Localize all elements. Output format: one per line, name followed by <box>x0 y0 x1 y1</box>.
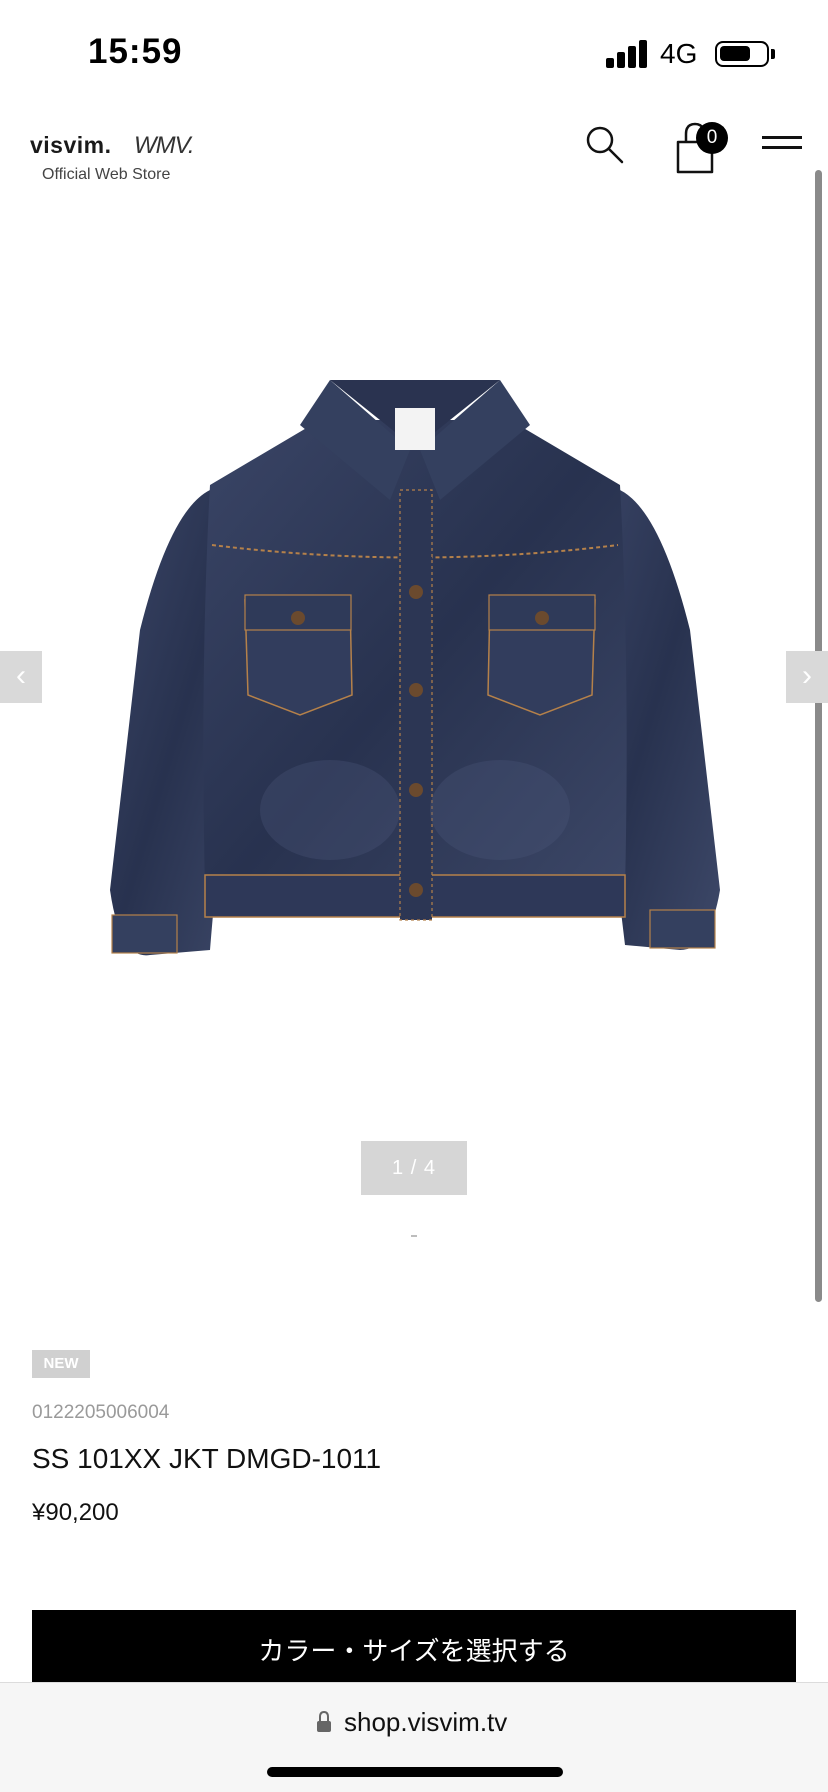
new-badge: NEW <box>32 1350 90 1378</box>
url-text[interactable]: shop.visvim.tv <box>344 1707 507 1738</box>
cart-count-badge: 0 <box>696 122 728 154</box>
home-indicator[interactable] <box>267 1767 563 1777</box>
select-color-size-button[interactable]: カラー・サイズを選択する <box>32 1610 796 1682</box>
logo-subtitle: Official Web Store <box>42 166 171 183</box>
product-gallery: ‹ › 1 / 4 <box>0 190 828 1270</box>
gallery-next-button[interactable]: › <box>786 651 828 703</box>
chevron-right-icon: › <box>802 659 812 692</box>
search-icon <box>586 126 624 164</box>
battery-tip <box>771 49 775 59</box>
menu-button[interactable] <box>762 136 802 156</box>
cellular-signal-icon <box>606 40 648 68</box>
gallery-prev-button[interactable]: ‹ <box>0 651 42 703</box>
network-type: 4G <box>660 38 698 69</box>
search-button[interactable] <box>584 124 626 166</box>
product-name: SS 101XX JKT DMGD-1011 <box>32 1443 382 1474</box>
logo-wmv: WMV. <box>134 132 195 159</box>
logo-visvim: visvim. <box>30 132 112 158</box>
site-logo[interactable]: visvim. WMV. Official Web Store <box>30 122 210 183</box>
gallery-indicator-dot[interactable] <box>411 1235 417 1237</box>
hamburger-menu-icon <box>762 136 802 139</box>
status-bar: 15:59 4G <box>0 0 828 110</box>
product-price: ¥90,200 <box>32 1499 119 1526</box>
product-sku: 0122205006004 <box>32 1402 170 1423</box>
product-image[interactable] <box>100 370 730 980</box>
battery-icon <box>715 41 769 67</box>
lock-icon <box>317 1711 331 1732</box>
denim-jacket-image <box>110 380 720 956</box>
status-time: 15:59 <box>88 32 183 71</box>
gallery-counter: 1 / 4 <box>361 1141 467 1195</box>
chevron-left-icon: ‹ <box>16 659 26 692</box>
browser-address-bar[interactable]: shop.visvim.tv <box>0 1682 828 1792</box>
